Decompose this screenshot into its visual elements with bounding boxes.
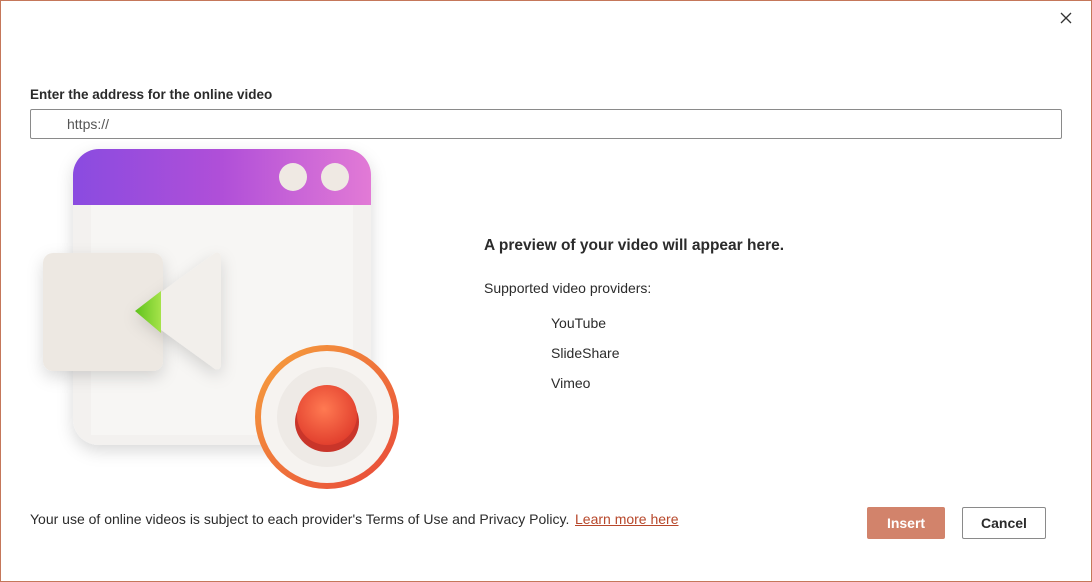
provider-youtube: YouTube (551, 315, 607, 331)
cancel-button[interactable]: Cancel (962, 507, 1046, 539)
insert-button[interactable]: Insert (867, 507, 945, 539)
preview-title: A preview of your video will appear here… (484, 237, 785, 254)
online-video-dialog: Enter the address for the online video h… (0, 0, 1092, 582)
close-button[interactable] (1055, 7, 1077, 29)
provider-slideshare: SlideShare (551, 345, 620, 361)
video-player-illustration (25, 141, 415, 501)
terms-text: Your use of online videos is subject to … (30, 511, 570, 527)
close-icon (1060, 12, 1072, 24)
provider-vimeo: Vimeo (551, 375, 591, 391)
url-input[interactable] (30, 109, 1062, 139)
providers-label: Supported video providers: (484, 280, 652, 296)
url-label: Enter the address for the online video (30, 87, 273, 102)
learn-more-link[interactable]: Learn more here (575, 511, 679, 527)
